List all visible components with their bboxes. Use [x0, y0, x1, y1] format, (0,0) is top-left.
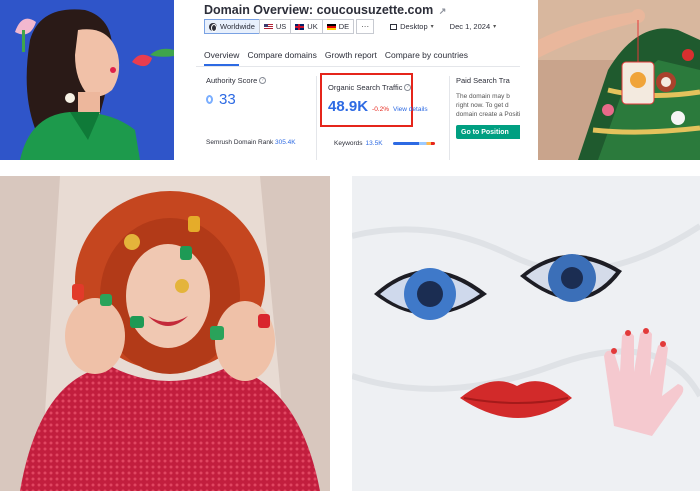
tab-compare-domains[interactable]: Compare domains [247, 50, 316, 66]
organic-traffic-card: Organic Search Traffic ? 48.9K -0.2% Vie… [320, 73, 428, 127]
organic-value: 48.9K [328, 98, 369, 115]
photo-acrylic-brooches [352, 176, 700, 491]
device-label: Desktop [400, 22, 428, 31]
keywords-label: Keywords [334, 140, 363, 147]
de-flag-icon [326, 23, 336, 30]
tab-overview[interactable]: Overview [204, 50, 240, 66]
tab-compare-by-countries[interactable]: Compare by countries [385, 50, 468, 66]
authority-value-row: 33 [206, 91, 316, 108]
collage: Domain Overview: coucousuzette.com ↗ Wor… [0, 0, 700, 491]
organic-delta: -0.2% [372, 106, 390, 113]
database-de-button[interactable]: DE [321, 19, 355, 34]
date-label: Dec 1, 2024 [449, 22, 491, 31]
paid-search-card: Paid Search Tra The domain may b right n… [456, 76, 520, 160]
paid-desc-line: right now. To get d [456, 102, 509, 109]
organic-label-row: Organic Search Traffic ? [328, 83, 411, 92]
authority-score-card: Authority Score ? 33 Semrush Domain Rank… [206, 76, 316, 160]
us-flag-icon [263, 23, 273, 30]
photo-red-hair-woman [0, 176, 330, 491]
keywords-row: Keywords 13.5K [334, 140, 435, 147]
uk-label: UK [307, 22, 318, 31]
paid-desc-line: domain create a Position T [456, 111, 520, 118]
tabs-divider [196, 66, 520, 67]
authority-value: 33 [219, 91, 236, 108]
authority-label: Authority Score [206, 76, 258, 85]
date-select[interactable]: Dec 1, 2024 ▾ [450, 22, 496, 31]
rank-value-link[interactable]: 305.4K [275, 139, 296, 146]
photo-woman-green-dress [0, 0, 174, 160]
paid-label: Paid Search Tra [456, 76, 510, 85]
help-icon[interactable]: ? [259, 77, 267, 84]
title-prefix: Domain Overview: [204, 3, 314, 17]
database-worldwide-button[interactable]: Worldwide [204, 19, 260, 34]
database-uk-button[interactable]: UK [290, 19, 323, 34]
rank-label: Semrush Domain Rank [206, 139, 274, 146]
keywords-distribution-bar [392, 142, 435, 145]
paid-desc-line: The domain may b [456, 93, 510, 100]
paid-description: The domain may b right now. To get d dom… [456, 92, 520, 119]
de-label: DE [338, 22, 350, 31]
chevron-down-icon: ▾ [493, 24, 497, 30]
chevron-down-icon: ▾ [430, 24, 434, 30]
card-divider [316, 76, 317, 160]
domain-name[interactable]: coucousuzette.com [317, 3, 434, 17]
authority-label-row: Authority Score ? [206, 76, 316, 85]
device-select[interactable]: Desktop ▾ [390, 22, 434, 31]
help-icon[interactable]: ? [404, 84, 411, 91]
organic-label: Organic Search Traffic [328, 83, 403, 92]
worldwide-label: Worldwide [220, 22, 255, 31]
more-databases-button[interactable]: ··· [356, 19, 375, 34]
report-tabs: Overview Compare domains Growth report C… [204, 50, 476, 66]
go-to-position-button[interactable]: Go to Position [456, 125, 520, 139]
authority-score-icon [206, 95, 213, 104]
database-us-button[interactable]: US [258, 19, 292, 34]
tab-growth-report[interactable]: Growth report [325, 50, 377, 66]
card-divider [449, 76, 450, 160]
semrush-domain-overview: Domain Overview: coucousuzette.com ↗ Wor… [196, 0, 520, 160]
globe-icon [209, 22, 217, 32]
database-filters: Worldwide US UK DE ··· Desktop ▾ Dec 1, [204, 18, 496, 35]
us-label: US [275, 22, 287, 31]
photo-christmas-tree [538, 0, 700, 160]
view-details-link[interactable]: View details [393, 106, 428, 113]
organic-value-row: 48.9K -0.2% View details [328, 98, 428, 115]
domain-rank-row: Semrush Domain Rank 305.4K [206, 139, 296, 146]
monitor-icon [390, 23, 398, 30]
page-title: Domain Overview: coucousuzette.com ↗ [204, 3, 446, 17]
uk-flag-icon [295, 23, 305, 30]
external-link-icon[interactable]: ↗ [439, 6, 447, 17]
keywords-value-link[interactable]: 13.5K [366, 140, 383, 147]
